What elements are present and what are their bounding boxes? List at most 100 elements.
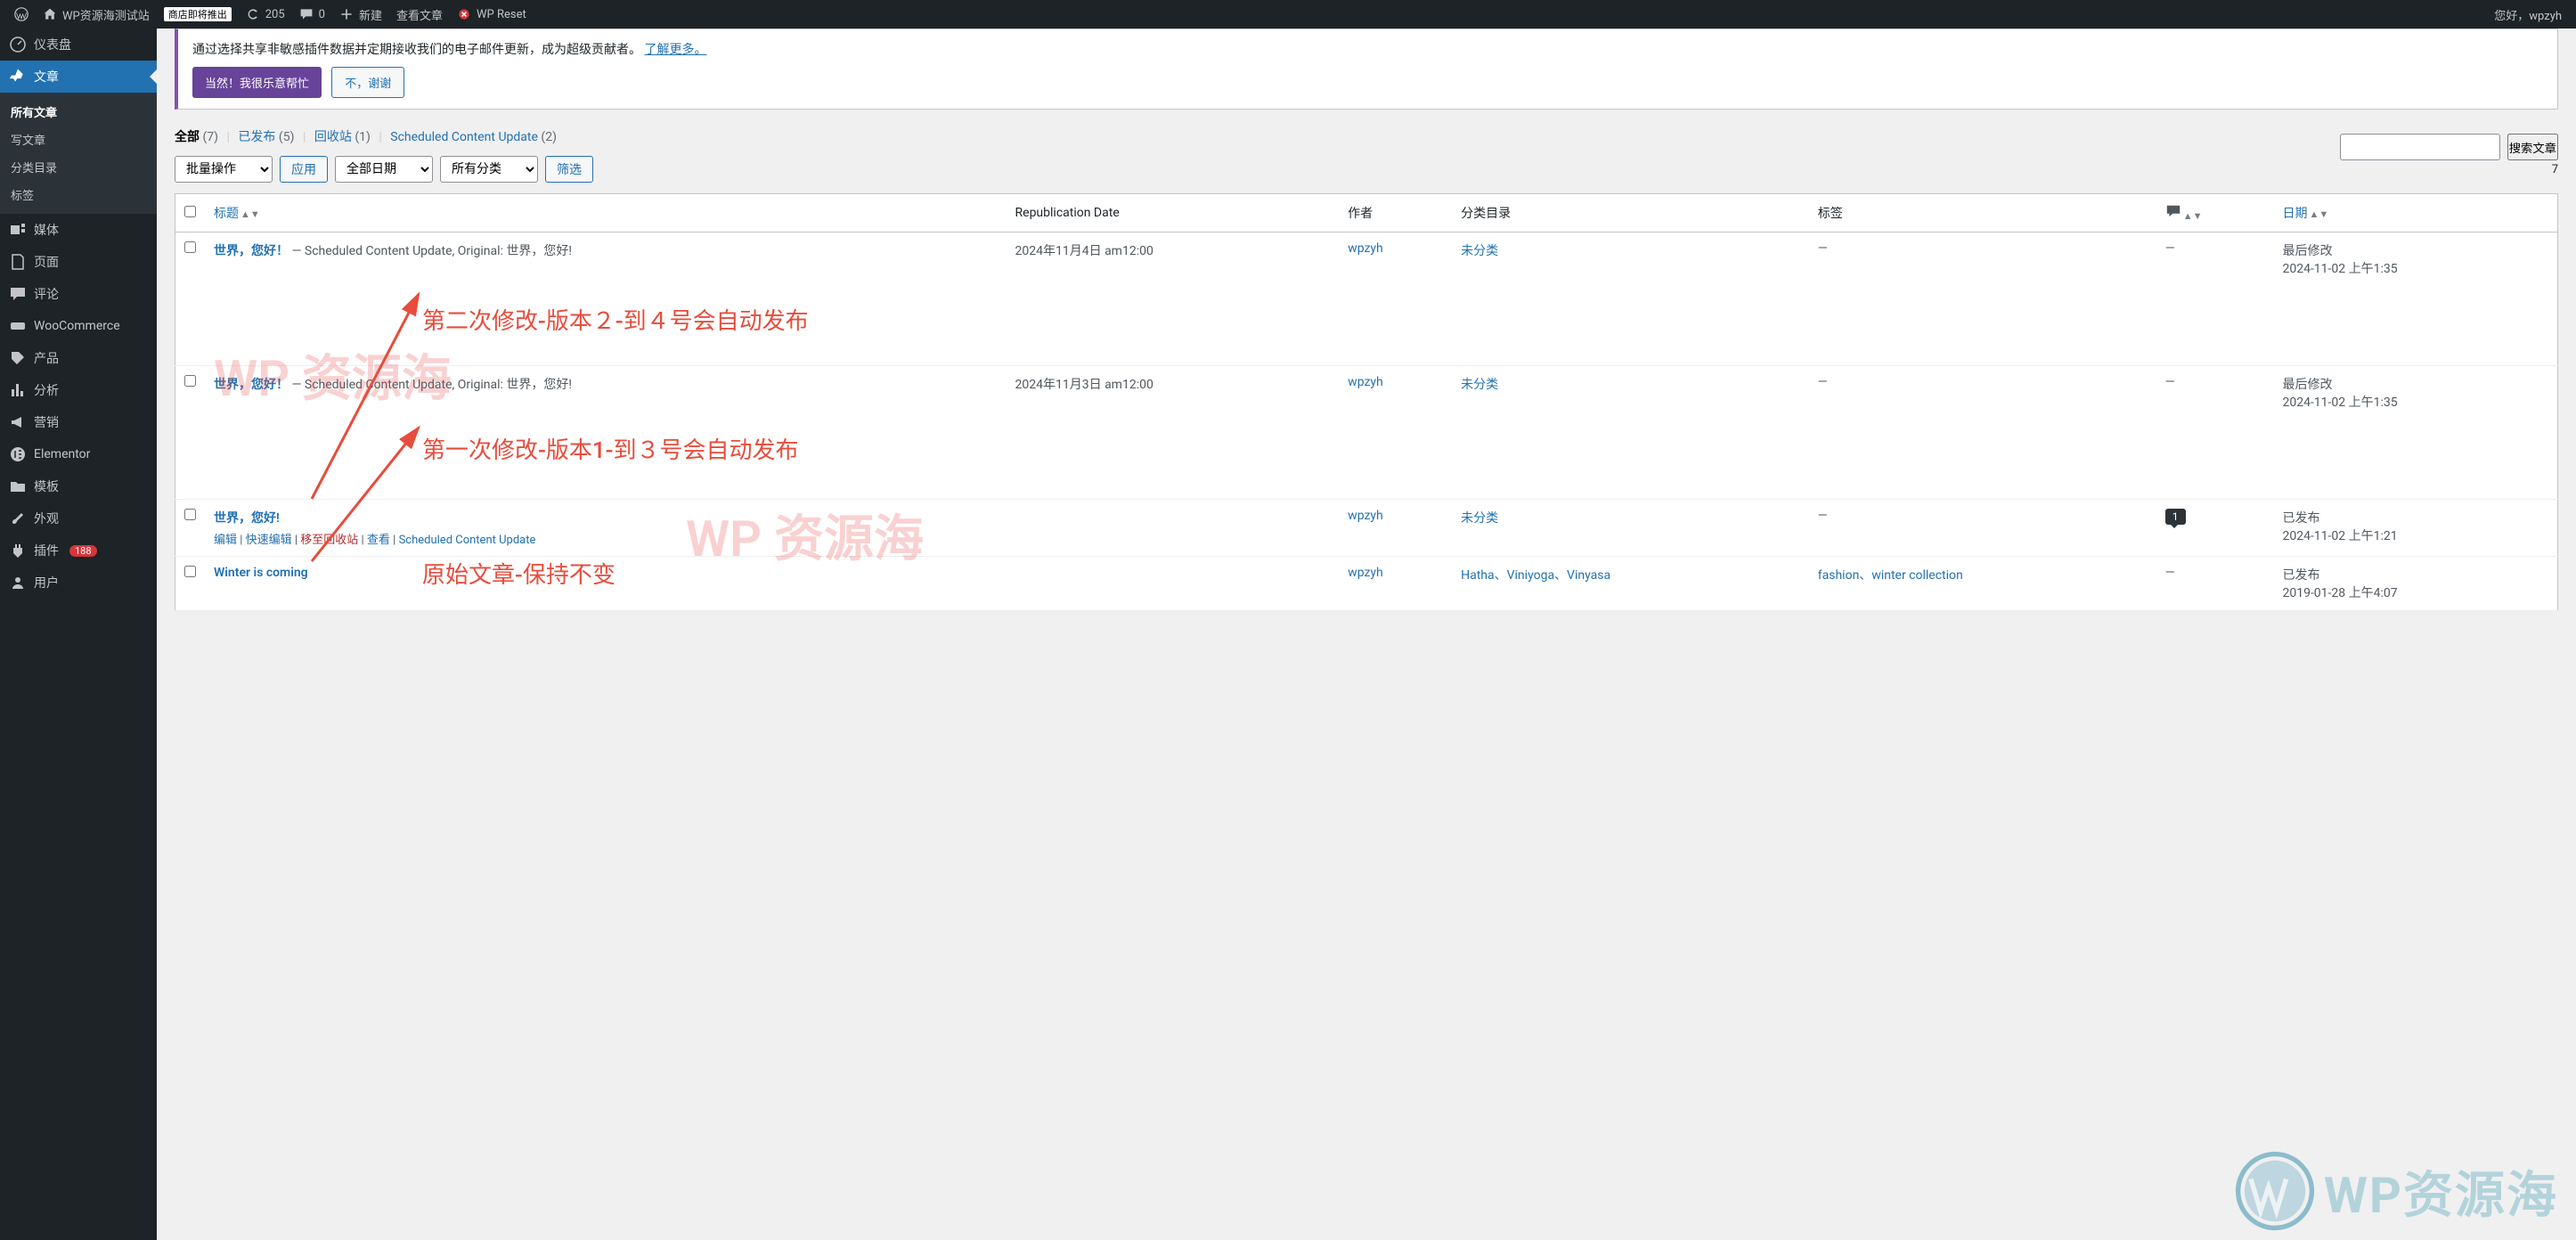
submenu-posts: 所有文章 写文章 分类目录 标签 (0, 93, 157, 214)
post-title-link[interactable]: 世界，您好！ (214, 378, 289, 392)
contribute-notice: 通过选择共享非敏感插件数据并定期接收我们的电子邮件更新，成为超级贡献者。 了解更… (175, 29, 2558, 110)
post-title-link[interactable]: 世界，您好！ (214, 244, 289, 258)
updates[interactable]: 205 (239, 0, 292, 29)
comment-count[interactable]: 1 (2165, 509, 2186, 525)
table-row: Winter is coming wpzyh Hatha、Viniyoga、Vi… (175, 557, 2558, 611)
tag-link[interactable]: fashion、winter collection (1818, 568, 1963, 583)
col-author: 作者 (1339, 194, 1452, 232)
store-badge[interactable]: 商店即将推出 (157, 0, 239, 29)
main-content: 通过选择共享非敏感插件数据并定期接收我们的电子邮件更新，成为超级贡献者。 了解更… (157, 29, 2576, 629)
filter-all[interactable]: 全部 (175, 130, 200, 144)
filter-button[interactable] (545, 156, 593, 183)
menu-woocommerce[interactable]: WooCommerce (0, 310, 157, 342)
menu-media[interactable]: 媒体 (0, 214, 157, 246)
select-all-checkbox[interactable] (184, 206, 196, 217)
menu-comments[interactable]: 评论 (0, 278, 157, 310)
table-row: 世界，您好! 编辑 | 快速编辑 | 移至回收站 | 查看 | Schedule… (175, 500, 2558, 557)
filter-scheduled[interactable]: Scheduled Content Update (390, 130, 538, 144)
action-view[interactable]: 查看 (367, 534, 390, 547)
post-title-link[interactable]: Winter is coming (214, 566, 308, 580)
home-icon (43, 7, 57, 21)
category-link[interactable]: Hatha、Viniyoga、Vinyasa (1461, 568, 1610, 583)
menu-pages[interactable]: 页面 (0, 246, 157, 278)
search-button[interactable] (2507, 134, 2558, 160)
view-post[interactable]: 查看文章 (389, 0, 450, 29)
filter-trash[interactable]: 回收站 (314, 130, 352, 144)
row-checkbox[interactable] (184, 241, 196, 253)
refresh-icon (246, 7, 260, 21)
col-repub: Republication Date (1007, 194, 1340, 232)
cell-tags: fashion、winter collection (1809, 557, 2156, 611)
new-content[interactable]: 新建 (332, 0, 389, 29)
notice-learn-more[interactable]: 了解更多。 (644, 43, 706, 57)
submenu-categories[interactable]: 分类目录 (0, 153, 157, 181)
submenu-all-posts[interactable]: 所有文章 (0, 98, 157, 126)
comments[interactable]: 0 (292, 0, 332, 29)
date-filter-select[interactable]: 全部日期 (335, 156, 433, 183)
row-checkbox[interactable] (184, 509, 196, 520)
col-comments[interactable]: ▲▼ (2156, 194, 2274, 232)
wp-logo[interactable] (7, 0, 36, 29)
action-scu[interactable]: Scheduled Content Update (399, 534, 536, 547)
menu-templates[interactable]: 模板 (0, 470, 157, 502)
menu-posts[interactable]: 文章 (0, 61, 157, 93)
comment-icon (9, 285, 27, 303)
notice-no-button[interactable]: 不，谢谢 (331, 67, 404, 98)
notice-text: 通过选择共享非敏感插件数据并定期接收我们的电子邮件更新，成为超级贡献者。 (192, 43, 641, 57)
elementor-icon (9, 445, 27, 463)
megaphone-icon (9, 413, 27, 431)
filter-published[interactable]: 已发布 (238, 130, 275, 144)
row-checkbox[interactable] (184, 375, 196, 387)
plus-icon (339, 7, 354, 21)
reset-icon (457, 7, 471, 21)
bulk-apply-button[interactable] (280, 156, 328, 183)
pin-icon (9, 68, 27, 86)
menu-elementor[interactable]: Elementor (0, 438, 157, 470)
tablenav-top: 批量操作 全部日期 所有分类 7 (175, 156, 2558, 183)
search-input[interactable] (2340, 134, 2500, 160)
category-link[interactable]: 未分类 (1461, 244, 1498, 258)
comment-icon (2165, 203, 2181, 219)
menu-dashboard[interactable]: 仪表盘 (0, 29, 157, 61)
menu-plugins[interactable]: 插件188 (0, 534, 157, 567)
comment-count: — (2165, 566, 2175, 580)
search-box (2340, 134, 2558, 160)
woo-icon (9, 317, 27, 335)
menu-marketing[interactable]: 营销 (0, 406, 157, 438)
author-link[interactable]: wpzyh (1348, 241, 1383, 256)
notice-yes-button[interactable]: 当然！我很乐意帮忙 (192, 67, 322, 98)
category-link[interactable]: 未分类 (1461, 511, 1498, 526)
col-title[interactable]: 标题▲▼ (214, 207, 260, 221)
submenu-tags[interactable]: 标签 (0, 181, 157, 208)
cell-date: 最后修改2024-11-02 上午1:35 (2273, 366, 2557, 500)
cell-date: 已发布2024-11-02 上午1:21 (2273, 500, 2557, 557)
page-icon (9, 253, 27, 271)
row-checkbox[interactable] (184, 566, 196, 577)
col-categories: 分类目录 (1452, 194, 1809, 232)
category-link[interactable]: 未分类 (1461, 378, 1498, 392)
menu-users[interactable]: 用户 (0, 567, 157, 599)
action-quick-edit[interactable]: 快速编辑 (246, 534, 292, 547)
col-tags: 标签 (1809, 194, 2156, 232)
menu-products[interactable]: 产品 (0, 342, 157, 374)
submenu-new-post[interactable]: 写文章 (0, 126, 157, 153)
action-trash[interactable]: 移至回收站 (300, 534, 358, 547)
wp-reset[interactable]: WP Reset (450, 0, 534, 29)
category-filter-select[interactable]: 所有分类 (440, 156, 538, 183)
menu-appearance[interactable]: 外观 (0, 502, 157, 534)
author-link[interactable]: wpzyh (1348, 509, 1383, 523)
bulk-action-select[interactable]: 批量操作 (175, 156, 273, 183)
cell-repub: 2024年11月3日 am12:00 (1007, 366, 1340, 500)
site-name[interactable]: WP资源海测试站 (36, 0, 157, 29)
table-row: 世界，您好！ — Scheduled Content Update, Origi… (175, 366, 2558, 500)
howdy[interactable]: 您好，wpzyh (2487, 0, 2569, 29)
action-edit[interactable]: 编辑 (214, 534, 237, 547)
author-link[interactable]: wpzyh (1348, 566, 1383, 580)
post-title-link[interactable]: 世界，您好! (214, 511, 280, 526)
brush-icon (9, 510, 27, 527)
posts-table: 标题▲▼ Republication Date 作者 分类目录 标签 ▲▼ 日期… (175, 193, 2558, 611)
author-link[interactable]: wpzyh (1348, 375, 1383, 389)
menu-analytics[interactable]: 分析 (0, 374, 157, 406)
cell-repub (1007, 500, 1340, 557)
col-date[interactable]: 日期▲▼ (2282, 207, 2328, 221)
